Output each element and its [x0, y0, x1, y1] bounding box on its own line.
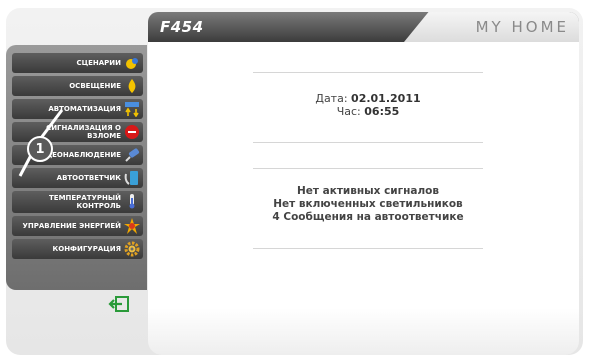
alarm-icon — [124, 124, 140, 140]
divider — [253, 248, 483, 249]
sidebar-item-energy-management[interactable]: УПРАВЛЕНИЕ ЭНЕРГИЕЙ — [12, 216, 143, 236]
sidebar-item-temperature-control[interactable]: ТЕМПЕРАТУРНЫЙ КОНТРОЛЬ — [12, 191, 143, 213]
scenario-icon — [124, 55, 140, 71]
thermometer-icon — [124, 193, 140, 209]
divider — [253, 168, 483, 169]
status-block: Нет активных сигналов Нет включенных све… — [208, 185, 528, 224]
divider — [253, 142, 483, 143]
sidebar-item-configuration[interactable]: КОНФИГУРАЦИЯ — [12, 239, 143, 259]
lightbulb-icon — [124, 78, 140, 94]
answering-machine-icon — [124, 170, 140, 186]
main-panel: Дата: 02.01.2011 Час: 06:55 Нет активных… — [148, 42, 579, 355]
time-value: 06:55 — [364, 105, 400, 118]
energy-icon — [124, 218, 140, 234]
header-bar: F454 MY HOME — [148, 12, 579, 42]
sidebar-item-label: УПРАВЛЕНИЕ ЭНЕРГИЕЙ — [22, 222, 121, 230]
camera-icon — [124, 147, 140, 163]
sidebar-item-label: КОНФИГУРАЦИЯ — [52, 245, 121, 253]
status-line-messages: 4 Сообщения на автоответчике — [272, 211, 464, 223]
automation-icon — [124, 101, 140, 117]
model-name: F454 — [160, 18, 204, 36]
step-marker: 1 — [27, 136, 53, 162]
back-button[interactable] — [108, 296, 130, 312]
brand-tab: MY HOME — [404, 12, 579, 42]
back-arrow-icon — [108, 296, 129, 312]
sidebar-item-label: СЦЕНАРИИ — [76, 59, 121, 67]
status-line-lights: Нет включенных светильников — [273, 198, 463, 210]
datetime-block: Дата: 02.01.2011 Час: 06:55 — [208, 92, 528, 118]
sidebar-item-label: ТЕМПЕРАТУРНЫЙ КОНТРОЛЬ — [49, 194, 121, 210]
sidebar-item-lighting[interactable]: ОСВЕЩЕНИЕ — [12, 76, 143, 96]
sidebar-item-scenarios[interactable]: СЦЕНАРИИ — [12, 53, 143, 73]
brand-logo: MY HOME — [475, 18, 569, 36]
sidebar-item-label: ОСВЕЩЕНИЕ — [69, 82, 121, 90]
date-value: 02.01.2011 — [351, 92, 421, 105]
time-label: Час: — [336, 105, 361, 118]
date-label: Дата: — [315, 92, 348, 105]
status-line-alarms: Нет активных сигналов — [296, 185, 440, 197]
divider — [253, 72, 483, 73]
gear-icon — [124, 241, 140, 257]
